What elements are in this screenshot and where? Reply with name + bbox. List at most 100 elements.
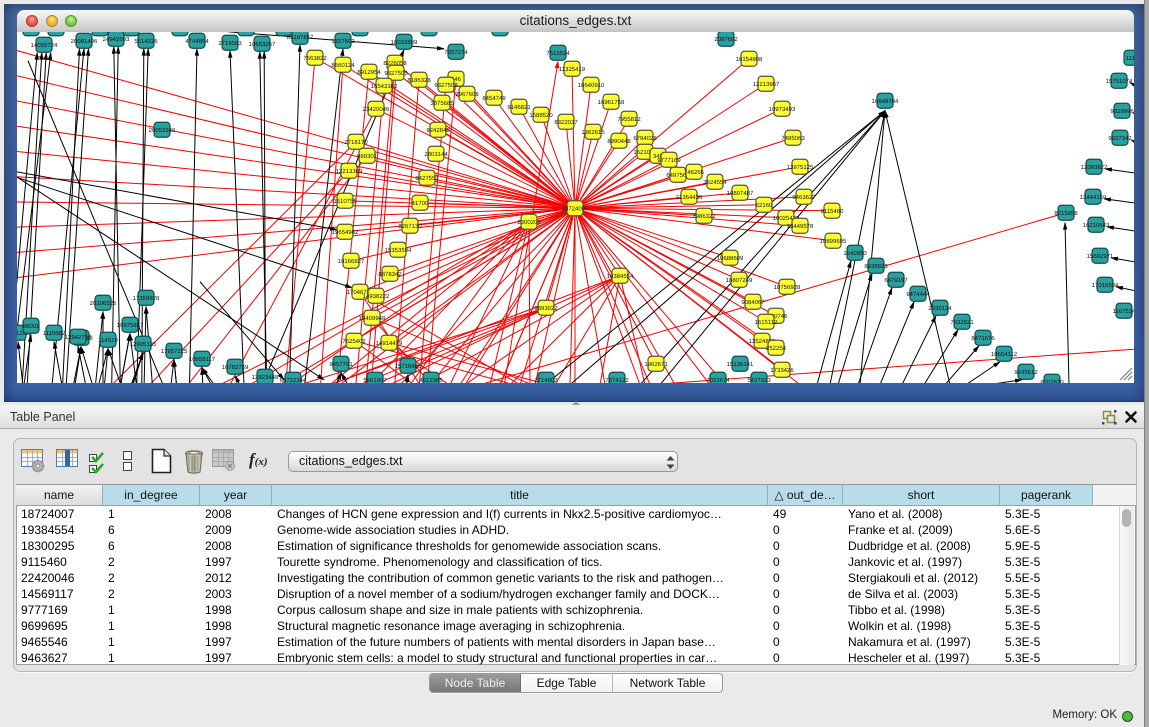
svg-text:2718170: 2718170 [344,138,368,145]
svg-text:12093822: 12093822 [1081,163,1108,170]
svg-text:66722344: 66722344 [280,376,307,382]
svg-text:2714803: 2714803 [534,376,558,382]
svg-text:1112: 1112 [1126,54,1134,61]
svg-text:16154808: 16154808 [736,55,763,62]
svg-text:9327505: 9327505 [384,69,408,76]
svg-text:7485063: 7485063 [781,134,805,141]
svg-text:2967608: 2967608 [455,90,479,97]
svg-text:8322037: 8322037 [554,118,578,125]
svg-text:18807249: 18807249 [726,276,753,283]
svg-text:9146821: 9146821 [507,103,531,110]
svg-text:62160: 62160 [756,201,773,208]
svg-text:16961758: 16961758 [598,98,625,105]
svg-text:16782759: 16782759 [222,363,249,370]
svg-text:18640910: 18640910 [578,81,605,88]
svg-text:8215958: 8215958 [1054,209,1078,216]
svg-text:14938222: 14938222 [363,292,390,299]
svg-text:16210643: 16210643 [1083,221,1110,228]
svg-text:9893022: 9893022 [534,304,558,311]
svg-text:10654112: 10654112 [991,350,1018,357]
svg-text:20206526: 20206526 [90,299,117,306]
svg-text:1962671: 1962671 [644,360,668,367]
svg-text:2803144: 2803144 [424,150,448,157]
svg-text:2087682: 2087682 [714,35,738,42]
svg-text:1362615: 1362615 [581,128,605,135]
svg-text:14914479: 14914479 [376,339,403,346]
svg-text:10688609: 10688609 [717,254,744,261]
svg-text:7986322: 7986322 [692,212,716,219]
svg-text:10958117: 10958117 [189,355,216,362]
svg-text:12444159: 12444159 [1080,193,1107,200]
svg-text:1167534: 1167534 [1113,307,1134,314]
svg-text:4612365: 4612365 [419,376,443,382]
svg-text:252254: 252254 [766,344,787,351]
svg-text:12213967: 12213967 [753,80,780,87]
svg-text:10975857: 10975857 [117,321,144,328]
svg-text:17359928: 17359928 [133,294,160,301]
svg-text:2300203: 2300203 [517,218,541,225]
svg-text:17957225: 17957225 [161,347,188,354]
svg-text:18724007: 18724007 [562,205,589,212]
svg-text:9115460: 9115460 [821,207,845,214]
svg-text:12905135: 12905135 [130,340,157,347]
svg-text:3875685: 3875685 [430,99,454,106]
svg-text:7955812: 7955812 [617,115,641,122]
svg-text:8267130: 8267130 [398,222,422,229]
svg-text:6794028: 6794028 [633,134,657,141]
svg-text:15353594: 15353594 [385,246,412,253]
svg-text:8471676: 8471676 [971,334,995,341]
svg-text:9245612: 9245612 [1014,368,1038,375]
svg-text:21364436: 21364436 [676,193,703,200]
svg-text:1733426: 1733426 [770,366,794,373]
svg-text:8878342: 8878342 [378,270,402,277]
svg-text:5614226: 5614226 [134,37,158,44]
svg-text:10756928: 10756928 [774,283,801,290]
svg-text:1115682: 1115682 [43,329,66,336]
svg-text:17016504: 17016504 [1092,281,1119,288]
svg-text:10973493: 10973493 [769,105,796,112]
svg-text:9474444: 9474444 [906,290,930,297]
svg-text:2935134: 2935134 [928,304,952,311]
svg-text:15409948: 15409948 [359,314,386,321]
svg-text:19384554: 19384554 [607,272,634,279]
svg-text:1588520: 1588520 [529,111,553,118]
svg-text:1327602: 1327602 [331,37,355,44]
svg-text:9457791: 9457791 [329,360,353,367]
svg-text:8990448: 8990448 [607,137,631,144]
svg-text:8912954: 8912954 [357,68,381,75]
svg-text:1610755: 1610755 [333,197,357,204]
svg-text:13449578: 13449578 [787,222,814,229]
svg-text:12213369: 12213369 [336,167,363,174]
svg-text:10899695: 10899695 [820,237,847,244]
svg-text:7663822: 7663822 [303,54,327,61]
svg-text:41700: 41700 [412,199,429,206]
svg-text:15136141: 15136141 [727,360,754,367]
svg-text:9329996: 9329996 [1110,107,1134,114]
svg-text:9227342: 9227342 [1108,134,1132,141]
svg-text:89001: 89001 [23,322,40,329]
svg-text:746266: 746266 [684,168,705,175]
svg-text:9777169: 9777169 [657,156,681,163]
svg-text:9084067: 9084067 [741,298,765,305]
svg-text:16648784: 16648784 [872,97,899,104]
svg-text:9463627: 9463627 [792,193,816,200]
svg-text:19166827: 19166827 [338,257,365,264]
svg-text:16543382: 16543382 [371,82,398,89]
svg-text:5437923: 5437923 [747,376,771,382]
svg-text:8186328: 8186328 [407,76,431,83]
svg-text:1615112: 1615112 [755,318,779,325]
svg-text:9327508: 9327508 [434,81,458,88]
svg-text:8660124: 8660124 [331,61,355,68]
svg-text:8427552: 8427552 [415,174,439,181]
svg-text:1640950: 1640950 [843,249,867,256]
svg-text:13975125: 13975125 [787,163,814,170]
svg-text:9242848: 9242848 [426,126,450,133]
svg-text:11325419: 11325419 [559,65,586,72]
svg-text:8938923: 8938923 [864,262,888,269]
svg-text:19654982: 19654982 [332,228,359,235]
svg-text:15692971: 15692971 [1087,252,1114,259]
svg-text:15716485: 15716485 [395,362,422,369]
svg-text:114519: 114519 [98,336,118,343]
svg-text:20091406: 20091406 [71,37,98,44]
svg-text:23420046: 23420046 [363,105,390,112]
